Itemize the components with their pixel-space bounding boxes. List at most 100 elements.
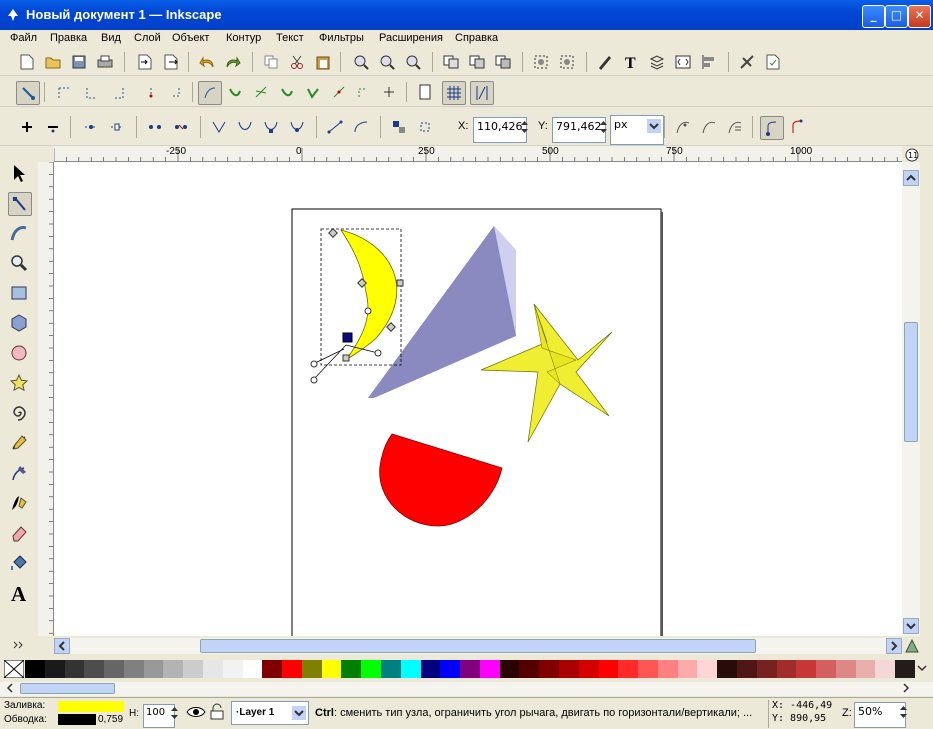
color-swatch[interactable] [638,660,658,678]
redo-icon[interactable] [222,51,244,73]
pen-tool-icon[interactable] [8,462,30,484]
color-swatch[interactable] [321,660,342,678]
break-path-icon[interactable] [106,116,128,138]
snap-nodes-icon[interactable] [198,81,222,105]
vertical-scroll-thumb[interactable] [904,322,918,442]
document-properties-icon[interactable] [762,51,784,73]
unlink-clone-icon[interactable] [492,51,514,73]
color-swatch[interactable] [697,660,718,678]
save-icon[interactable] [68,51,90,73]
stroke-to-path-icon[interactable] [414,116,436,138]
color-swatch[interactable] [262,660,283,678]
color-swatch[interactable] [222,660,243,678]
snap-bbox-corner-icon[interactable] [108,81,130,103]
join-segment-icon[interactable] [144,116,166,138]
more-tools-chevron-icon[interactable] [8,634,30,656]
scroll-left-button[interactable] [54,638,70,654]
lock-aspect-icon[interactable]: 11 [904,147,920,163]
maximize-button[interactable]: □ [885,5,908,28]
color-swatch[interactable] [835,660,856,678]
scroll-up-button[interactable] [903,170,919,186]
star-tool-icon[interactable] [8,372,30,394]
fill-stroke-icon[interactable] [594,51,616,73]
clone-icon[interactable] [466,51,488,73]
y-spin-button[interactable] [598,117,609,137]
menu-object[interactable]: Объект [172,32,209,44]
path-node[interactable] [396,279,404,287]
color-swatch[interactable] [440,660,461,678]
cusp-node-icon[interactable] [208,116,230,138]
calligraphy-tool-icon[interactable] [8,492,30,514]
pencil-tool-icon[interactable] [8,432,30,454]
stroke-width-value[interactable]: 0,759 [98,714,123,725]
scroll-down-button[interactable] [903,618,919,634]
color-swatch[interactable] [717,660,737,678]
palette-scroll-right[interactable] [900,682,912,694]
x-spin-button[interactable] [519,117,530,137]
node-tool-icon[interactable] [8,192,32,216]
smooth-node-icon[interactable] [234,116,256,138]
color-swatch[interactable] [361,660,381,678]
unit-select[interactable]: px [610,115,664,145]
cut-icon[interactable] [286,51,308,73]
color-swatch[interactable] [183,660,203,678]
edit-mask-icon[interactable] [724,116,746,138]
color-swatch[interactable] [460,660,480,678]
edit-clip-path-icon[interactable] [698,116,720,138]
print-icon[interactable] [94,51,116,73]
color-swatch[interactable] [756,660,777,678]
text-tool-icon[interactable]: A [8,582,30,604]
paint-bucket-tool-icon[interactable] [8,552,30,574]
cms-adjust-icon[interactable] [904,638,920,654]
horizontal-scrollbar[interactable] [54,638,902,654]
opacity-spin-button[interactable] [169,704,180,722]
snap-grid-icon[interactable] [442,81,466,105]
symmetric-node-icon[interactable] [260,116,282,138]
zoom-spin-button[interactable] [898,702,909,722]
snap-paths-icon[interactable] [224,81,246,103]
insert-node-icon[interactable] [16,116,38,138]
color-swatch[interactable] [282,660,302,678]
tweak-tool-icon[interactable] [8,222,30,244]
menu-extensions[interactable]: Расширения [379,32,443,44]
show-path-outline-icon[interactable] [786,116,808,138]
color-swatch[interactable] [301,660,322,678]
menu-edit[interactable]: Правка [50,32,87,44]
copy-icon[interactable] [260,51,282,73]
menu-path[interactable]: Контур [226,32,261,44]
node-handle[interactable] [310,376,318,384]
box3d-tool-icon[interactable] [8,312,30,334]
color-swatch[interactable] [816,660,836,678]
color-swatch[interactable] [104,660,124,678]
menu-file[interactable]: Файл [10,32,37,44]
close-button[interactable]: ✕ [908,5,931,28]
snap-page-border-icon[interactable] [414,81,436,103]
color-swatch[interactable] [598,660,619,678]
color-swatch[interactable] [84,660,105,678]
snap-bbox-edge-icon[interactable] [80,81,102,103]
spiral-tool-icon[interactable] [8,402,30,424]
snap-bbox-center-icon[interactable] [164,81,186,103]
color-swatch[interactable] [479,660,500,678]
drawing-area[interactable] [54,162,902,636]
color-swatch[interactable] [25,660,45,678]
undo-icon[interactable] [196,51,218,73]
color-swatch[interactable] [895,660,915,678]
menu-filters[interactable]: Фильтры [319,32,364,44]
menu-help[interactable]: Справка [455,32,498,44]
align-icon[interactable] [698,51,720,73]
color-swatch[interactable] [143,660,164,678]
snap-bbox-midpoint-icon[interactable] [136,81,158,103]
color-swatch[interactable] [776,660,797,678]
color-swatch[interactable] [242,660,263,678]
snap-line-midpoints-icon[interactable] [328,81,350,103]
color-swatch[interactable] [677,660,698,678]
color-swatch[interactable] [657,660,678,678]
color-swatch[interactable] [420,660,441,678]
node-handle[interactable] [374,349,382,357]
snap-enable-icon[interactable] [16,81,40,105]
zoom-page-icon[interactable] [402,51,424,73]
menu-view[interactable]: Вид [101,32,121,44]
color-swatch[interactable] [539,660,559,678]
new-document-icon[interactable] [16,51,38,73]
